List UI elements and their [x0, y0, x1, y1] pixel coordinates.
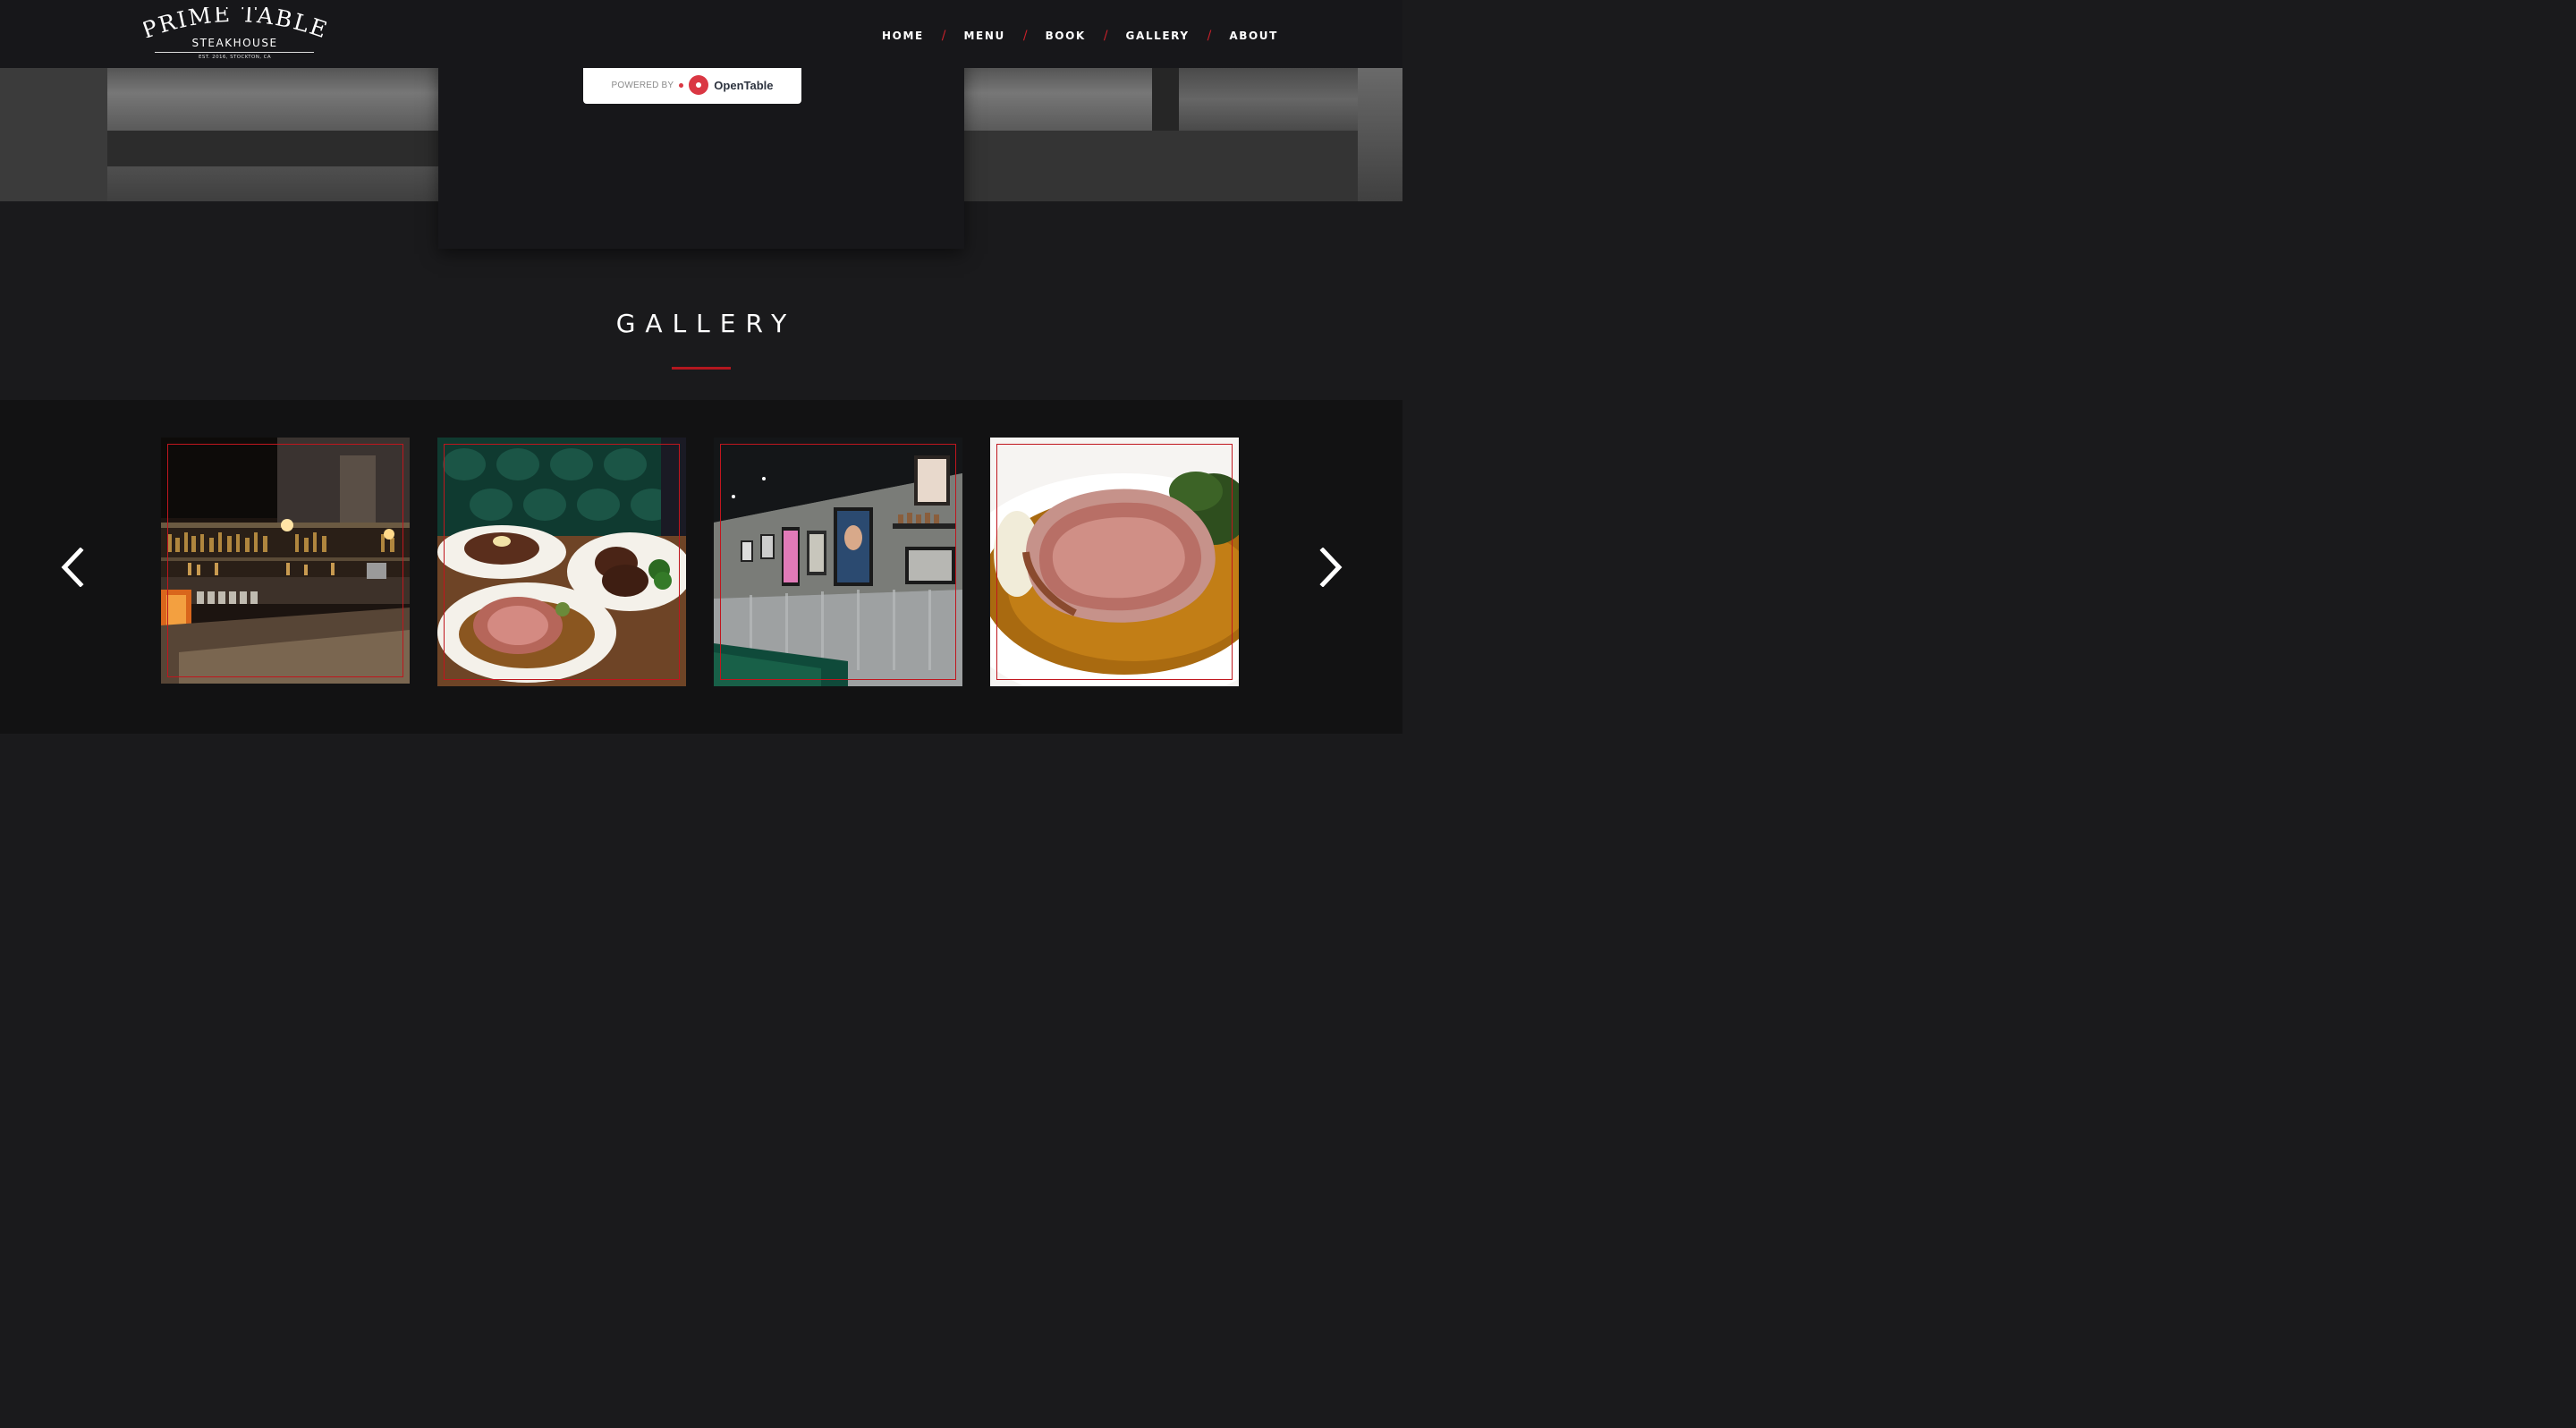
nav-home[interactable]: HOME — [882, 30, 924, 42]
nav-book[interactable]: BOOK — [1046, 30, 1086, 42]
bar-interior-image — [161, 438, 410, 684]
svg-text:PRIME TABLE: PRIME TABLE — [143, 7, 326, 38]
nav-about[interactable]: ABOUT — [1229, 30, 1278, 42]
brand-tagline: EST. 2016, STOCKTON, CA — [199, 55, 271, 60]
carousel-next-button[interactable] — [1317, 548, 1343, 587]
powered-by-label: POWERED BY — [611, 80, 674, 90]
main-nav: HOME / MENU / BOOK / GALLERY / ABOUT — [882, 27, 1278, 45]
brand-name-arc: PRIME TABLE — [143, 7, 326, 38]
gallery-photo-steaks[interactable] — [437, 438, 686, 686]
steak-plates-image — [437, 438, 686, 686]
dining-room-image — [714, 438, 962, 686]
nav-separator: / — [1022, 29, 1028, 43]
brand-subtitle: STEAKHOUSE — [191, 37, 278, 49]
reservation-widget: POWERED BY OpenTable — [438, 54, 964, 249]
gallery-photo-dining-room[interactable] — [714, 438, 962, 686]
gallery-title: GALLERY — [615, 309, 797, 338]
opentable-logo-icon — [689, 75, 709, 95]
gallery-photo-bar[interactable] — [161, 438, 410, 684]
gallery-title-underline — [672, 367, 731, 370]
logo-divider — [155, 52, 314, 53]
chevron-right-icon — [1319, 548, 1343, 587]
next-section — [0, 734, 1402, 778]
brand-logo[interactable]: PRIME TABLE STEAKHOUSE EST. 2016, STOCKT… — [143, 7, 326, 63]
nav-menu[interactable]: MENU — [964, 30, 1005, 42]
opentable-dot-icon — [679, 82, 684, 88]
chevron-left-icon — [61, 548, 84, 587]
nav-separator: / — [1207, 29, 1212, 43]
prime-rib-image — [990, 438, 1239, 686]
opentable-badge[interactable]: POWERED BY OpenTable — [583, 66, 801, 104]
carousel-prev-button[interactable] — [60, 548, 87, 587]
opentable-name: OpenTable — [714, 78, 774, 92]
site-header: PRIME TABLE STEAKHOUSE EST. 2016, STOCKT… — [0, 0, 1402, 68]
nav-gallery[interactable]: GALLERY — [1126, 30, 1190, 42]
nav-separator: / — [941, 29, 946, 43]
nav-separator: / — [1103, 29, 1108, 43]
brand-name: PRIME TABLE — [143, 7, 326, 38]
gallery-photo-prime-rib[interactable] — [990, 438, 1239, 686]
